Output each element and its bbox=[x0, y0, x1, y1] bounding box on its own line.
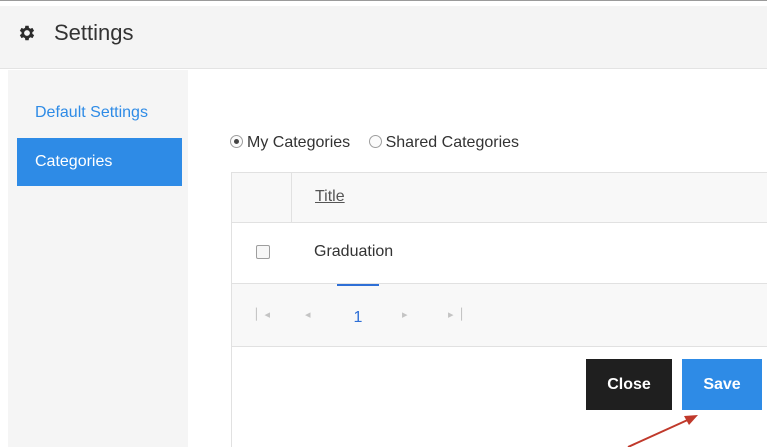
gear-icon bbox=[19, 25, 35, 41]
annotation-arrow-icon bbox=[627, 415, 698, 447]
last-page-icon[interactable]: ▸▕ bbox=[448, 305, 462, 325]
my-categories-label: My Categories bbox=[247, 134, 351, 151]
first-page-icon[interactable]: ▏◂ bbox=[256, 305, 270, 325]
my-categories-radio[interactable] bbox=[230, 134, 243, 148]
shared-categories-label: Shared Categories bbox=[385, 134, 520, 151]
select-column-header bbox=[232, 173, 292, 223]
row-checkbox[interactable] bbox=[256, 245, 270, 259]
my-categories-option[interactable]: My Categories bbox=[230, 132, 350, 154]
save-button[interactable]: Save bbox=[682, 359, 762, 410]
top-rule bbox=[0, 0, 767, 5]
current-page-number[interactable]: 1 bbox=[337, 284, 379, 347]
sidebar-item-categories[interactable]: Categories bbox=[17, 138, 182, 186]
prev-page-icon[interactable]: ◂ bbox=[305, 305, 311, 325]
close-button[interactable]: Close bbox=[586, 359, 672, 410]
category-scope-radio-group: My Categories Shared Categories bbox=[230, 132, 533, 154]
settings-header: Settings bbox=[0, 6, 767, 69]
next-page-icon[interactable]: ▸ bbox=[402, 305, 408, 325]
shared-categories-option[interactable]: Shared Categories bbox=[368, 132, 520, 154]
grid-pager: ▏◂ ◂ 1 ▸ ▸▕ bbox=[232, 284, 767, 347]
page-title: Settings bbox=[54, 20, 134, 45]
title-column-header[interactable]: Title bbox=[315, 188, 345, 206]
table-row[interactable]: Graduation bbox=[232, 223, 767, 284]
sidebar-item-default-settings[interactable]: Default Settings bbox=[17, 89, 182, 137]
shared-categories-radio[interactable] bbox=[368, 134, 382, 148]
title-cell: Graduation bbox=[314, 243, 394, 260]
grid-header: Title bbox=[232, 173, 767, 223]
settings-sidebar: Default Settings Categories bbox=[8, 70, 188, 447]
